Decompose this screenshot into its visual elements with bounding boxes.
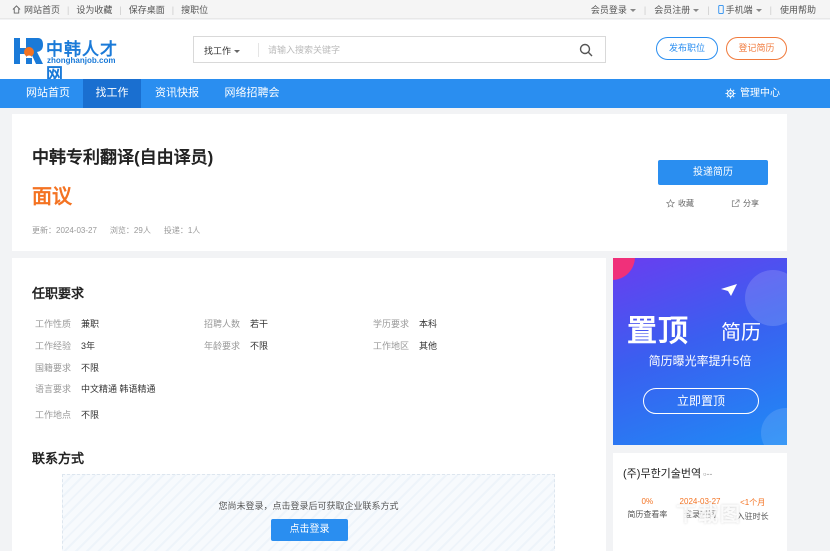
search-input[interactable] [268, 41, 558, 59]
search-job-link[interactable]: 搜职位 [181, 3, 208, 16]
gear-icon [725, 88, 736, 99]
login-prompt-text: 您尚未登录，点击登录后可获取企业联系方式 [218, 501, 399, 511]
chevron-down-icon [693, 9, 700, 13]
field-experience: 工作经验 3年 [35, 341, 96, 351]
job-applies: 投递：1人 [163, 226, 201, 235]
promo-cta-button[interactable]: 立即置顶 [643, 388, 759, 414]
top-utility-bar: 网站首页 | 设为收藏 | 保存桌面 | 搜职位 会员登录 | 会员注册 | 手… [0, 0, 830, 19]
login-button[interactable]: 点击登录 [271, 519, 348, 541]
share-button[interactable]: 分享 [731, 198, 759, 209]
divider [258, 43, 259, 57]
chevron-down-icon [629, 9, 636, 13]
help-link[interactable]: 使用帮助 [780, 3, 816, 16]
member-register-link[interactable]: 会员注册 [654, 3, 700, 16]
decor-circle [613, 258, 635, 280]
post-job-button[interactable]: 发布职位 [656, 37, 718, 60]
share-icon [731, 199, 740, 208]
promo-banner[interactable]: 置顶 简历 简历曝光率提升5倍 立即置顶 [613, 258, 787, 445]
favorite-button[interactable]: 收藏 [666, 198, 694, 209]
paper-plane-icon [721, 284, 737, 296]
decor-circle [761, 408, 787, 445]
field-language: 语言要求 中文精通 韩语精通 [35, 384, 156, 394]
main-nav: 网站首页 找工作 资讯快报 网络招聘会 管理中心 [0, 79, 830, 108]
job-views: 浏览：29人 [109, 226, 151, 235]
home-icon [12, 5, 21, 14]
field-age: 年龄要求 不限 [204, 341, 269, 351]
nav-item-job-fair[interactable]: 网络招聘会 [213, 79, 291, 108]
logo-mark-icon [14, 38, 43, 64]
save-desktop-link[interactable]: 保存桌面 [129, 3, 165, 16]
search-bar: 找工作 [193, 36, 606, 63]
job-detail-panel: 任职要求 工作性质 兼职 招聘人数 若干 学历要求 本科 工作经验 3年 年龄要求 不限 … [12, 258, 606, 551]
mobile-link[interactable]: 手机端 [726, 3, 762, 16]
job-salary: 面议 [32, 186, 72, 208]
home-link[interactable]: 网站首页 [24, 3, 60, 16]
site-logo[interactable]: 中韩人才网 zhonghanjob.com [12, 34, 132, 84]
field-nationality: 国籍要求 不限 [35, 363, 100, 373]
field-headcount: 招聘人数 若干 [204, 319, 269, 329]
requirements-heading: 任职要求 [32, 286, 85, 301]
site-header: 中韩人才网 zhonghanjob.com 找工作 发布职位 登记简历 [0, 20, 830, 84]
chevron-down-icon [234, 50, 241, 54]
nav-item-news[interactable]: 资讯快报 [142, 79, 212, 108]
apply-resume-button[interactable]: 投递简历 [658, 160, 768, 185]
contact-heading: 联系方式 [32, 451, 85, 466]
company-name[interactable]: (주)무한기술번역 ▫-- [623, 465, 712, 481]
contact-login-prompt: 您尚未登录，点击登录后可获取企业联系方式 点击登录 [62, 474, 555, 551]
register-resume-button[interactable]: 登记简历 [726, 37, 787, 60]
chevron-down-icon [755, 9, 762, 13]
stat-resume-view-rate: 0% 简历查看率 [627, 497, 668, 519]
admin-center-link[interactable]: 管理中心 [725, 79, 780, 108]
job-updated: 更新：2024-03-27 [32, 226, 97, 235]
watermark: 下载图 [676, 504, 742, 526]
promo-big-text: 置顶 [627, 315, 689, 348]
field-region: 工作地区 其他 [373, 341, 438, 351]
star-icon [666, 199, 675, 208]
promo-subtitle: 简历曝光率提升5倍 [648, 354, 752, 368]
mobile-icon [717, 5, 724, 14]
job-meta: 更新：2024-03-27 浏览：29人 投递：1人 [32, 225, 213, 236]
search-type-select[interactable]: 找工作 [204, 44, 241, 57]
member-login-link[interactable]: 会员登录 [591, 3, 636, 16]
field-location: 工作地点 不限 [35, 410, 100, 420]
logo-domain: zhonghanjob.com [47, 56, 116, 65]
field-education: 学历要求 本科 [373, 319, 438, 329]
job-summary-card: 中韩专利翻译(自由译员) 面议 更新：2024-03-27 浏览：29人 投递：… [12, 114, 787, 251]
job-title: 中韩专利翻译(自由译员) [32, 148, 214, 167]
nav-item-find-job[interactable]: 找工作 [83, 79, 141, 108]
search-icon[interactable] [579, 43, 593, 57]
field-work-type: 工作性质 兼职 [35, 319, 100, 329]
set-favorite-link[interactable]: 设为收藏 [76, 3, 112, 16]
promo-small-text: 简历 [721, 322, 761, 344]
nav-item-home[interactable]: 网站首页 [14, 79, 82, 108]
